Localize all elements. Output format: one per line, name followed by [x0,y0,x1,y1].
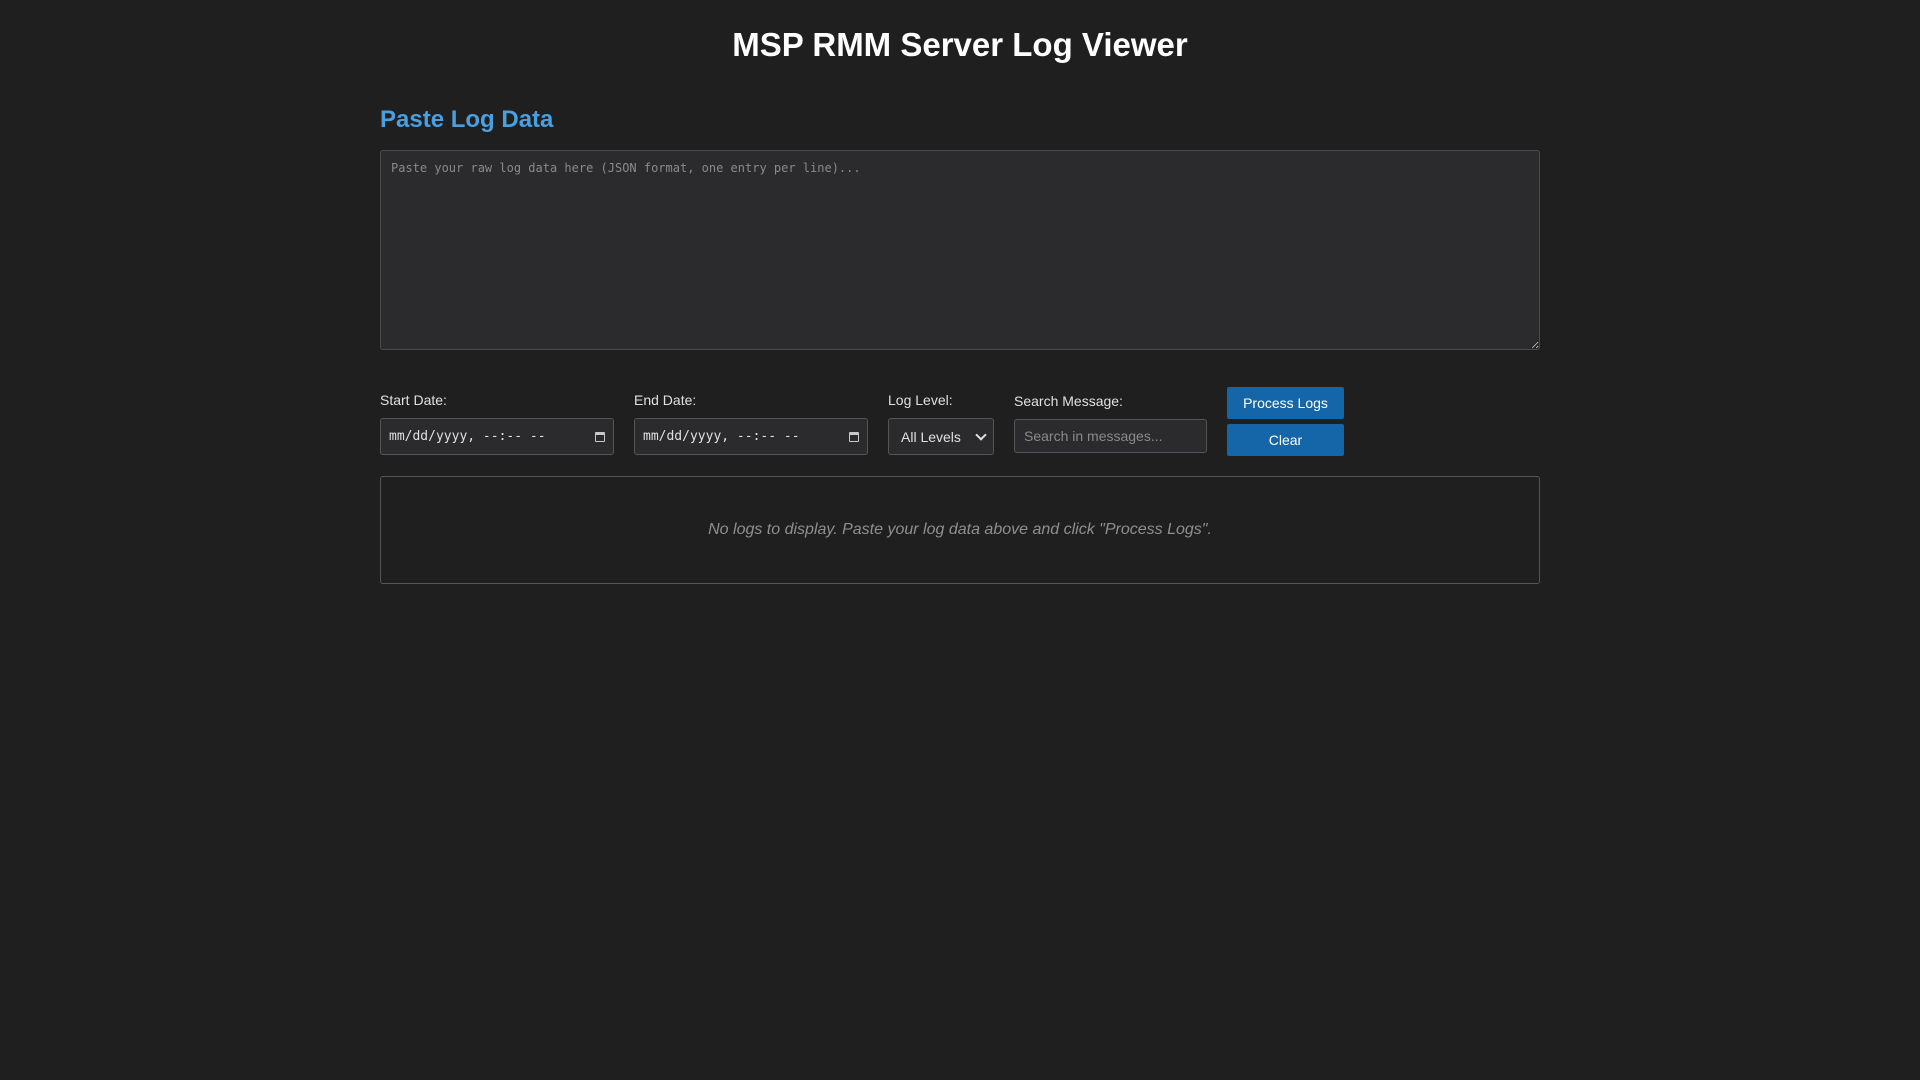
page-title: MSP RMM Server Log Viewer [732,26,1188,63]
log-level-label: Log Level: [888,392,953,408]
end-date-label: End Date: [634,392,697,408]
search-message-group: Search Message: [1014,393,1207,453]
chevron-down-icon [975,428,987,441]
start-date-label: Start Date: [380,392,447,408]
end-date-group: End Date: mm/dd/yyyy, --:-- -- [634,392,868,455]
process-logs-button[interactable]: Process Logs [1227,387,1344,419]
search-message-label: Search Message: [1014,393,1123,409]
start-date-value: mm/dd/yyyy, --:-- -- [389,429,546,444]
calendar-icon[interactable] [595,431,605,442]
end-date-input[interactable]: mm/dd/yyyy, --:-- -- [634,418,868,455]
start-date-group: Start Date: mm/dd/yyyy, --:-- -- [380,392,614,455]
clear-button[interactable]: Clear [1227,424,1344,456]
calendar-icon[interactable] [849,431,859,442]
log-display-panel: No logs to display. Paste your log data … [380,476,1540,584]
log-level-select[interactable]: All Levels [888,418,994,455]
paste-log-heading: Paste Log Data [380,106,554,133]
end-date-value: mm/dd/yyyy, --:-- -- [643,429,800,444]
search-message-input[interactable] [1014,419,1207,453]
empty-logs-message: No logs to display. Paste your log data … [708,521,1212,538]
log-data-textarea[interactable] [380,150,1540,350]
log-level-group: Log Level: All Levels [888,392,994,455]
log-level-selected: All Levels [901,428,961,445]
start-date-input[interactable]: mm/dd/yyyy, --:-- -- [380,418,614,455]
